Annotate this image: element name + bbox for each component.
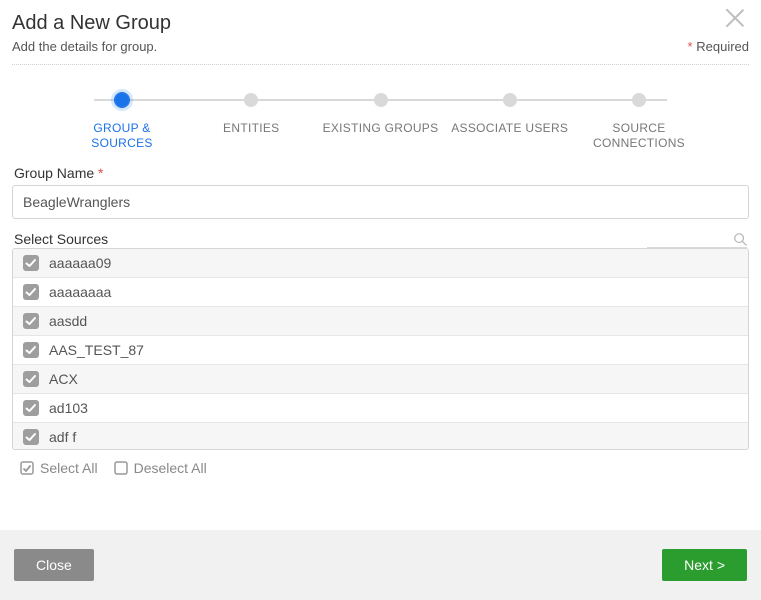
- wizard-step[interactable]: SOURCE CONNECTIONS: [579, 93, 699, 151]
- wizard: GROUP & SOURCES ENTITIES EXISTING GROUPS AS…: [62, 93, 699, 151]
- source-item[interactable]: ACX: [13, 365, 748, 394]
- next-button[interactable]: Next >: [662, 549, 747, 581]
- source-item[interactable]: adf f: [13, 423, 748, 449]
- select-all-icon: [20, 461, 34, 475]
- group-name-label: Group Name *: [14, 165, 747, 181]
- checkbox-icon[interactable]: [23, 371, 39, 387]
- checkbox-icon[interactable]: [23, 429, 39, 445]
- deselect-all-button[interactable]: Deselect All: [114, 460, 207, 476]
- wizard-dot: [244, 93, 258, 107]
- wizard-step[interactable]: ASSOCIATE USERS: [450, 93, 570, 151]
- select-all-button[interactable]: Select All: [20, 460, 98, 476]
- source-item[interactable]: ad103: [13, 394, 748, 423]
- checkbox-icon[interactable]: [23, 313, 39, 329]
- wizard-dot: [115, 93, 129, 107]
- source-item-label: aaaaaa09: [49, 255, 111, 271]
- source-item-label: aasdd: [49, 313, 87, 329]
- source-list-container: aaaaaa09 aaaaaaaa aasdd AAS_TEST_87 ACX ad103…: [12, 248, 749, 450]
- checkbox-icon[interactable]: [23, 400, 39, 416]
- close-button[interactable]: Close: [14, 549, 94, 581]
- subtitle-row: Add the details for group. * Required: [12, 39, 749, 54]
- source-list[interactable]: aaaaaa09 aaaaaaaa aasdd AAS_TEST_87 ACX ad103…: [13, 249, 748, 449]
- dialog-title: Add a New Group: [12, 12, 749, 35]
- select-sources-label: Select Sources: [14, 231, 108, 247]
- divider: [12, 64, 749, 65]
- wizard-dot: [632, 93, 646, 107]
- wizard-step-label: ASSOCIATE USERS: [451, 121, 568, 136]
- close-icon[interactable]: [723, 6, 747, 30]
- source-item[interactable]: AAS_TEST_87: [13, 336, 748, 365]
- wizard-step-label: ENTITIES: [223, 121, 279, 136]
- group-name-input[interactable]: [12, 185, 749, 219]
- source-item-label: ACX: [49, 371, 78, 387]
- wizard-dot: [503, 93, 517, 107]
- checkbox-icon[interactable]: [23, 255, 39, 271]
- source-item[interactable]: aaaaaa09: [13, 249, 748, 278]
- source-item-label: aaaaaaaa: [49, 284, 111, 300]
- wizard-step[interactable]: ENTITIES: [191, 93, 311, 151]
- bulk-actions: Select All Deselect All: [12, 450, 749, 488]
- wizard-dot: [374, 93, 388, 107]
- required-word: Required: [696, 39, 749, 54]
- wizard-step-label: SOURCE CONNECTIONS: [579, 121, 699, 151]
- source-item-label: ad103: [49, 400, 88, 416]
- source-item[interactable]: aaaaaaaa: [13, 278, 748, 307]
- dialog: Add a New Group Add the details for grou…: [0, 0, 761, 488]
- source-item-label: adf f: [49, 429, 76, 445]
- wizard-step-label: GROUP & SOURCES: [62, 121, 182, 151]
- deselect-all-icon: [114, 461, 128, 475]
- search-icon[interactable]: [733, 232, 747, 246]
- dialog-footer: Close Next >: [0, 530, 761, 600]
- checkbox-icon[interactable]: [23, 342, 39, 358]
- checkbox-icon[interactable]: [23, 284, 39, 300]
- wizard-step[interactable]: EXISTING GROUPS: [321, 93, 441, 151]
- required-asterisk: *: [688, 39, 693, 54]
- required-note: * Required: [688, 39, 749, 54]
- wizard-step-label: EXISTING GROUPS: [323, 121, 439, 136]
- wizard-step[interactable]: GROUP & SOURCES: [62, 93, 182, 151]
- sources-header: Select Sources: [14, 231, 747, 247]
- source-item-label: AAS_TEST_87: [49, 342, 144, 358]
- dialog-subtitle: Add the details for group.: [12, 39, 157, 54]
- source-item[interactable]: aasdd: [13, 307, 748, 336]
